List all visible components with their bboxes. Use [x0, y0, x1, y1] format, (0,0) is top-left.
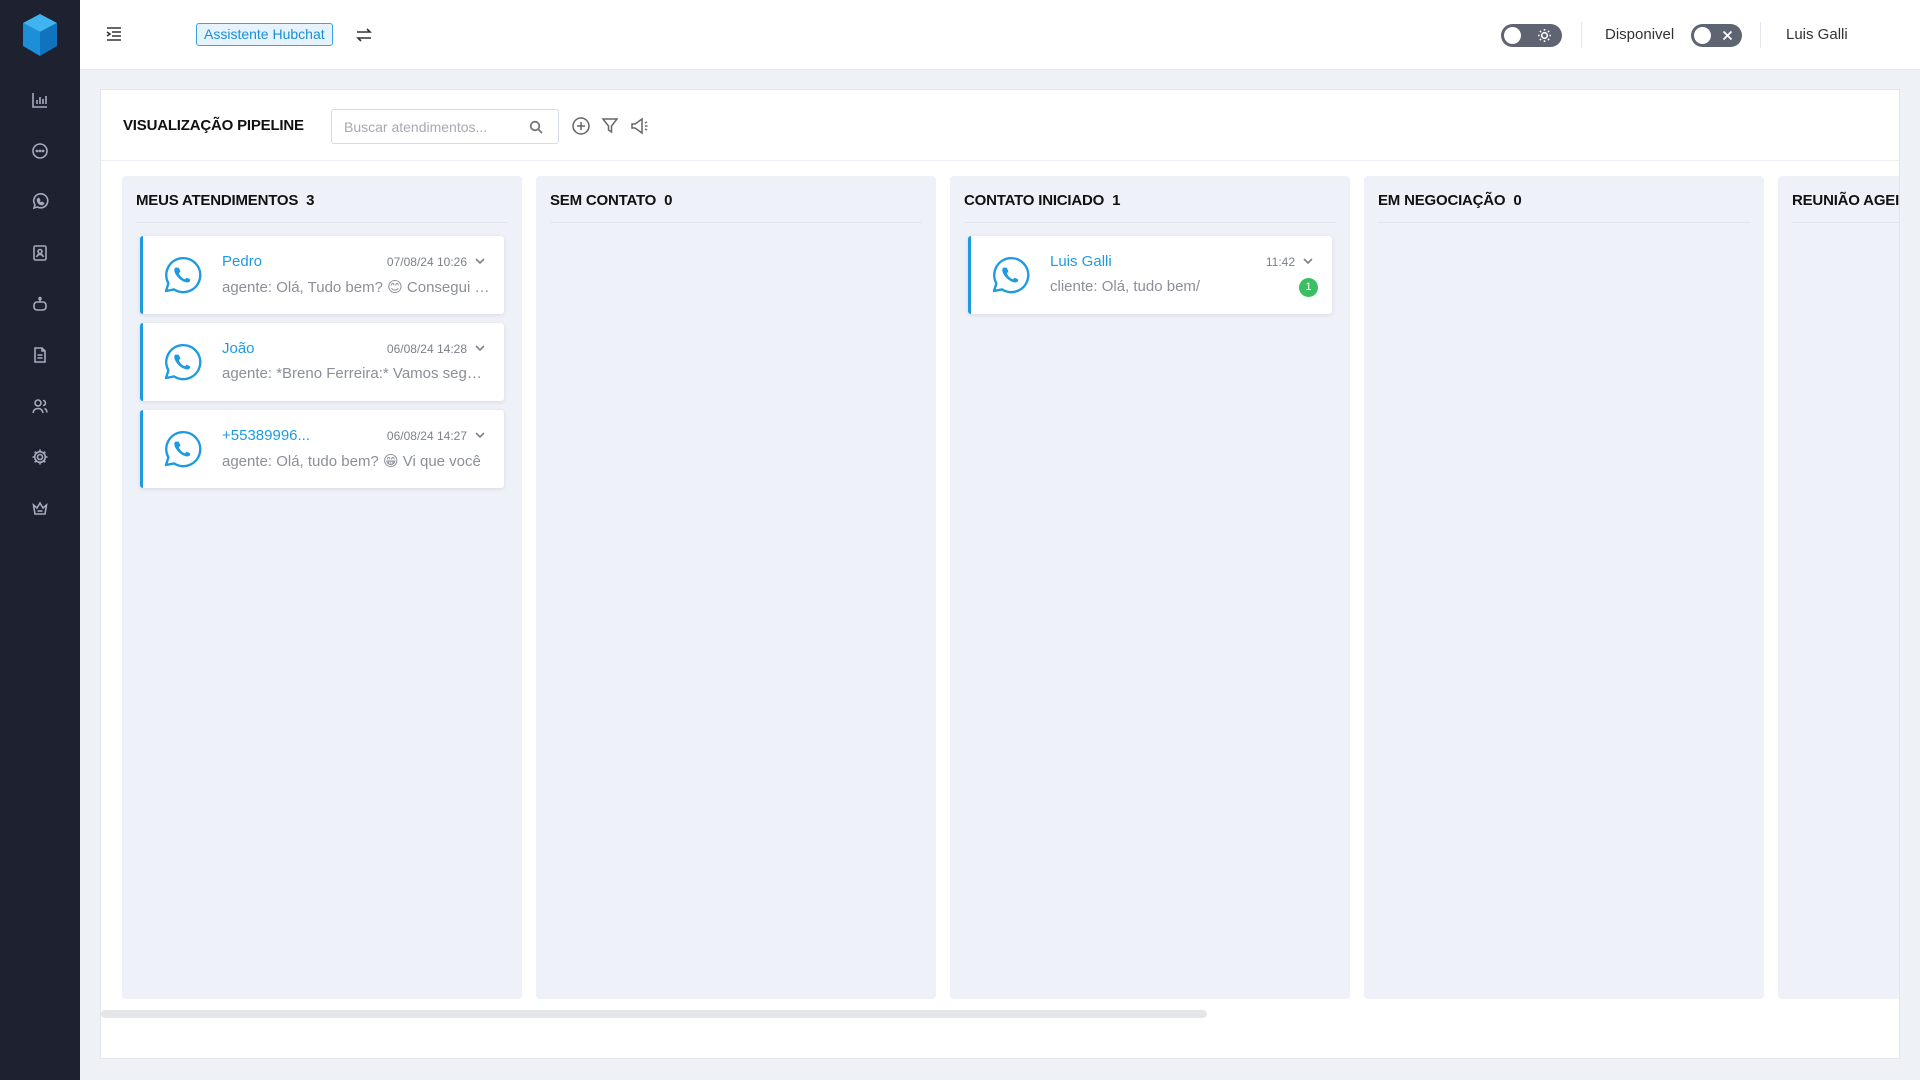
sidebar-item-whatsapp[interactable]	[20, 182, 60, 222]
panel-header: VISUALIZAÇÃO PIPELINE	[101, 90, 1899, 161]
unread-count-badge: 1	[1299, 278, 1318, 297]
column-count: 0	[664, 192, 673, 209]
toggle-knob	[1694, 27, 1711, 44]
filter-icon	[601, 118, 619, 134]
whatsapp-icon	[32, 193, 49, 210]
toggle-knob	[1504, 27, 1521, 44]
column-title: REUNIÃO AGEI	[1792, 192, 1900, 209]
contact-name: +55389996...	[222, 427, 311, 444]
conversation-card[interactable]: +55389996... 06/08/24 14:27 agente: Olá,…	[140, 410, 504, 488]
chevron-down-icon[interactable]	[474, 428, 486, 440]
megaphone-icon	[631, 117, 648, 135]
hubchat-logo[interactable]	[20, 12, 60, 58]
column-header: SEM CONTATO 0	[550, 192, 673, 209]
sun-icon	[1537, 28, 1552, 43]
divider	[550, 222, 922, 223]
divider	[1792, 222, 1899, 223]
column-reuniao-agendada: REUNIÃO AGEI	[1778, 176, 1899, 999]
whatsapp-icon	[161, 428, 203, 470]
menu-collapse-icon	[106, 27, 121, 41]
pipeline-board: MEUS ATENDIMENTOS 3 Pedro 07/08/24 10:26 …	[122, 176, 1899, 999]
divider	[964, 222, 1336, 223]
column-count: 0	[1513, 192, 1522, 209]
contact-name: Pedro	[222, 253, 263, 270]
column-title: CONTATO INICIADO	[964, 192, 1105, 209]
sidebar-item-premium[interactable]	[20, 488, 60, 528]
chevron-down-icon[interactable]	[474, 254, 486, 266]
message-preview: agente: Olá, tudo bem? 😁 Vi que você	[222, 453, 481, 470]
user-name[interactable]: Luis Galli	[1786, 26, 1848, 43]
message-time: 06/08/24 14:27	[386, 429, 467, 443]
pipeline-panel: VISUALIZAÇÃO PIPELINE MEUS ATENDIMENTOS 3	[100, 89, 1900, 1059]
divider	[1581, 22, 1582, 48]
message-time: 07/08/24 10:26	[386, 255, 467, 269]
filter-button[interactable]	[600, 116, 620, 136]
whatsapp-icon	[161, 341, 203, 383]
sidebar-item-reports[interactable]	[20, 335, 60, 375]
add-button[interactable]	[571, 116, 591, 136]
chevron-down-icon[interactable]	[474, 341, 486, 353]
contact-name: Luis Galli	[1050, 253, 1112, 270]
bar-chart-icon	[32, 93, 47, 108]
sidebar-item-users[interactable]	[20, 386, 60, 426]
document-icon	[34, 347, 46, 363]
sidebar-item-settings[interactable]	[20, 437, 60, 477]
assistant-hubchat-badge[interactable]: Assistente Hubchat	[196, 23, 333, 46]
search-box	[331, 109, 559, 144]
column-meus-atendimentos: MEUS ATENDIMENTOS 3 Pedro 07/08/24 10:26 …	[122, 176, 522, 999]
chevron-down-icon[interactable]	[1302, 254, 1314, 266]
whatsapp-icon	[989, 254, 1031, 296]
search-input[interactable]	[332, 110, 522, 143]
conversation-card[interactable]: Pedro 07/08/24 10:26 agente: Olá, Tudo b…	[140, 236, 504, 314]
contact-name: João	[222, 340, 255, 357]
message-preview: cliente: Olá, tudo bem/	[1050, 278, 1201, 295]
message-preview: agente: Olá, Tudo bem? 😊 Consegui te aju…	[222, 279, 490, 296]
swap-arrows-icon[interactable]	[354, 25, 374, 45]
column-title: MEUS ATENDIMENTOS	[136, 192, 299, 209]
column-sem-contato: SEM CONTATO 0	[536, 176, 936, 999]
message-time: 06/08/24 14:28	[386, 342, 467, 356]
top-bar: Assistente Hubchat Disponivel Luis Galli	[80, 0, 1920, 70]
contact-card-icon	[33, 245, 47, 261]
divider	[1760, 22, 1761, 48]
message-preview: agente: *Breno Ferreira:* Vamos seguir?	[222, 365, 490, 382]
availability-toggle[interactable]	[1691, 24, 1742, 47]
sidebar-item-contacts[interactable]	[20, 233, 60, 273]
conversation-card[interactable]: Luis Galli 11:42 cliente: Olá, tudo bem/…	[968, 236, 1332, 314]
users-icon	[32, 399, 48, 414]
theme-toggle[interactable]	[1501, 24, 1562, 47]
column-header: REUNIÃO AGEI	[1792, 192, 1899, 209]
conversation-card[interactable]: João 06/08/24 14:28 agente: *Breno Ferre…	[140, 323, 504, 401]
divider	[136, 222, 508, 223]
search-icon[interactable]	[529, 120, 543, 134]
sidebar-item-chats[interactable]	[20, 131, 60, 171]
page-title: VISUALIZAÇÃO PIPELINE	[123, 117, 304, 134]
divider	[1378, 222, 1750, 223]
robot-icon	[33, 296, 47, 311]
menu-toggle-button[interactable]	[104, 24, 124, 44]
column-header: CONTATO INICIADO 1	[964, 192, 1121, 209]
whatsapp-icon	[161, 254, 203, 296]
message-time: 11:42	[1265, 255, 1295, 269]
column-count: 3	[306, 192, 315, 209]
chat-bubble-icon	[32, 143, 48, 159]
sidebar	[0, 0, 80, 1080]
column-count: 1	[1112, 192, 1121, 209]
column-title: SEM CONTATO	[550, 192, 657, 209]
column-header: EM NEGOCIAÇÃO 0	[1378, 192, 1522, 209]
close-icon	[1721, 29, 1734, 42]
column-title: EM NEGOCIAÇÃO	[1378, 192, 1506, 209]
column-header: MEUS ATENDIMENTOS 3	[136, 192, 315, 209]
sidebar-item-bots[interactable]	[20, 284, 60, 324]
column-em-negociacao: EM NEGOCIAÇÃO 0	[1364, 176, 1764, 999]
sidebar-item-dashboard[interactable]	[20, 80, 60, 120]
plus-circle-icon	[572, 117, 590, 135]
column-contato-iniciado: CONTATO INICIADO 1 Luis Galli 11:42 clien…	[950, 176, 1350, 999]
horizontal-scrollbar[interactable]	[101, 1010, 1207, 1018]
announce-button[interactable]	[630, 116, 654, 136]
crown-icon	[32, 501, 48, 515]
availability-label: Disponivel	[1605, 26, 1675, 43]
gear-icon	[32, 449, 48, 465]
